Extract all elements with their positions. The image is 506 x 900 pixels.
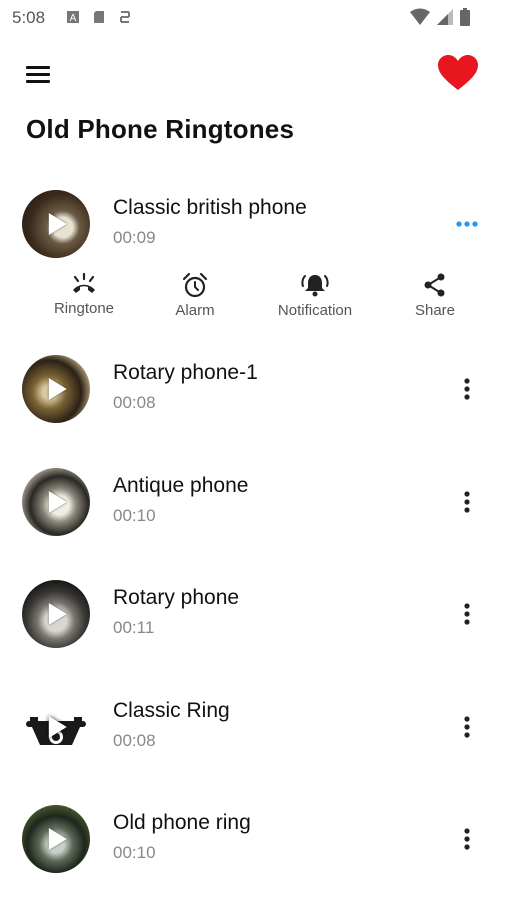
more-options-button[interactable] [455, 488, 479, 516]
status-time: 5:08 [12, 8, 46, 27]
more-options-button[interactable] [455, 825, 479, 853]
play-icon [48, 603, 67, 625]
favorites-button[interactable] [437, 54, 479, 92]
list-item[interactable]: Rotary phone 00:11 [0, 570, 506, 658]
set-alarm-button[interactable]: Alarm [145, 272, 245, 319]
cell-signal-icon [437, 9, 453, 25]
alarm-clock-icon [182, 272, 208, 298]
more-options-button[interactable] [455, 600, 479, 628]
action-label: Share [414, 302, 456, 319]
menu-icon [26, 66, 50, 69]
status-bar: 5:08 A [0, 0, 506, 36]
list-item[interactable]: Old phone ring 00:10 [0, 795, 506, 883]
battery-icon [460, 8, 470, 26]
track-duration: 00:10 [113, 843, 156, 862]
more-options-button[interactable] [455, 713, 479, 741]
share-button[interactable]: Share [385, 272, 485, 319]
track-duration: 00:08 [113, 731, 156, 750]
phone-ringing-icon [73, 272, 95, 293]
track-duration: 00:08 [113, 393, 156, 412]
svg-text:A: A [70, 13, 77, 24]
heart-icon [438, 55, 478, 90]
list-item[interactable]: Classic british phone 00:09 [0, 180, 506, 268]
more-vertical-icon [464, 603, 470, 625]
play-icon [48, 378, 67, 400]
more-vertical-icon [464, 491, 470, 513]
page-title: Old Phone Ringtones [26, 114, 295, 144]
app-bar [0, 44, 506, 100]
track-thumbnail[interactable] [22, 693, 90, 761]
more-options-button[interactable] [455, 210, 479, 238]
track-thumbnail[interactable] [22, 580, 90, 648]
track-title: Classic british phone [113, 196, 307, 219]
list-item[interactable]: Antique phone 00:10 [0, 458, 506, 546]
play-icon [48, 828, 67, 850]
track-title: Old phone ring [113, 811, 251, 834]
track-title: Rotary phone-1 [113, 361, 258, 384]
action-label: Notification [277, 302, 353, 319]
more-options-button[interactable] [455, 375, 479, 403]
list-item[interactable]: Classic Ring 00:08 [0, 683, 506, 771]
more-vertical-icon [464, 828, 470, 850]
list-item[interactable]: Rotary phone-1 00:08 [0, 345, 506, 433]
action-label: Alarm [175, 302, 215, 319]
action-label: Ringtone [53, 300, 115, 317]
track-duration: 00:09 [113, 228, 156, 247]
track-thumbnail[interactable] [22, 468, 90, 536]
sd-card-icon [94, 11, 104, 23]
track-thumbnail[interactable] [22, 355, 90, 423]
font-app-icon: A [67, 11, 79, 24]
wifi-icon [410, 8, 430, 25]
track-thumbnail[interactable] [22, 805, 90, 873]
sync-app-icon [120, 11, 130, 23]
play-icon [48, 213, 67, 235]
track-duration: 00:11 [113, 618, 155, 637]
set-ringtone-button[interactable]: Ringtone [34, 272, 134, 317]
play-icon [48, 716, 67, 738]
track-title: Classic Ring [113, 699, 230, 722]
track-title: Antique phone [113, 474, 249, 497]
more-vertical-icon [464, 716, 470, 738]
share-icon [424, 273, 445, 297]
bell-ringing-icon [301, 275, 329, 297]
track-title: Rotary phone [113, 586, 240, 609]
track-actions: Ringtone Alarm Notification Share [0, 272, 506, 328]
set-notification-button[interactable]: Notification [265, 272, 365, 319]
menu-button[interactable] [24, 62, 54, 86]
more-vertical-icon [464, 378, 470, 400]
track-duration: 00:10 [113, 506, 156, 525]
play-icon [48, 491, 67, 513]
more-horizontal-icon [456, 221, 478, 227]
track-thumbnail[interactable] [22, 190, 90, 258]
